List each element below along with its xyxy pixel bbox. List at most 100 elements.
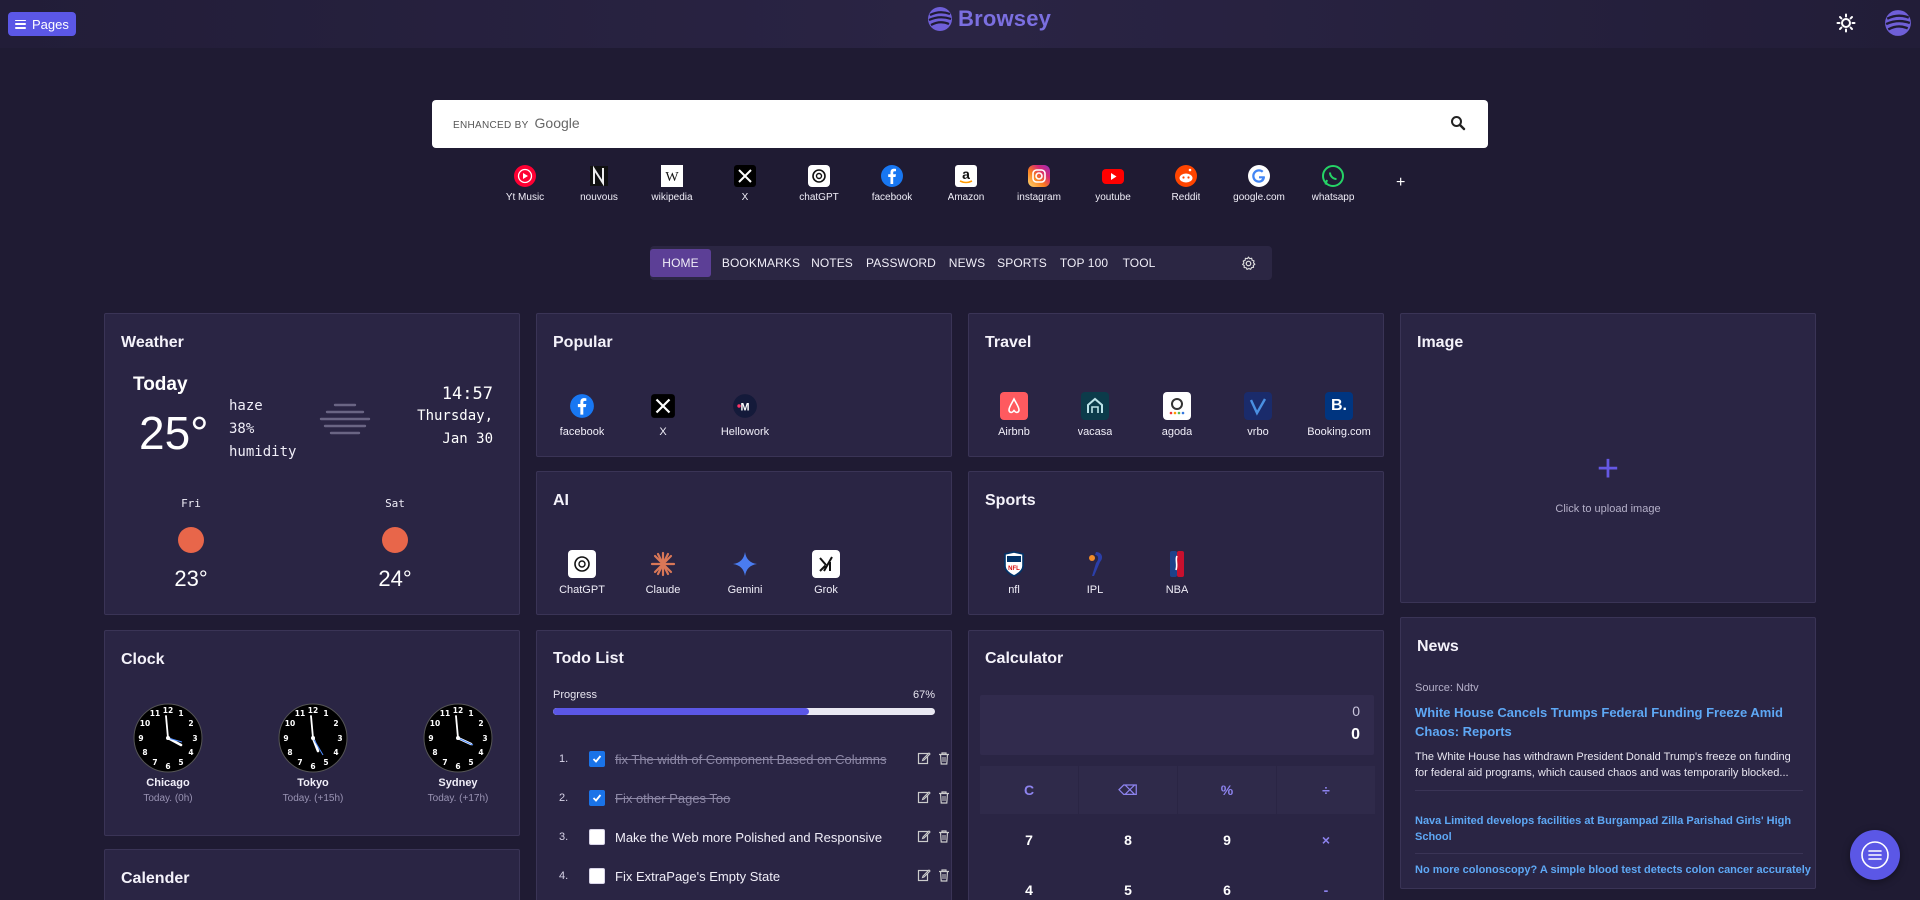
tab-home[interactable]: HOME: [650, 249, 711, 277]
calc-key-backspace[interactable]: ⌫: [1079, 766, 1177, 814]
menu-fab-button[interactable]: [1850, 830, 1900, 880]
shortcut-amazon[interactable]: a Amazon: [930, 164, 1002, 203]
todo-item: 4. Fix ExtraPage's Empty State: [553, 864, 953, 888]
svg-text:6: 6: [455, 762, 460, 771]
ai-card: AI ChatGPT Claude Gemini Grok: [536, 471, 952, 615]
agoda-icon: [1163, 392, 1191, 420]
tab-password[interactable]: PASSWORD: [863, 249, 939, 277]
weather-temp: 25°: [139, 407, 209, 459]
calculator-keypad: C ⌫ % ÷ 7 8 9 × 4 5 6 -: [980, 766, 1375, 900]
edit-icon[interactable]: [917, 829, 931, 843]
travel-item-vacasa[interactable]: vacasa: [1060, 392, 1130, 438]
add-shortcut-button[interactable]: +: [1396, 174, 1405, 192]
calc-key-6[interactable]: 6: [1178, 866, 1276, 900]
popular-item-x[interactable]: X: [628, 392, 698, 438]
ai-item-chatgpt[interactable]: ChatGPT: [547, 550, 617, 596]
delete-icon[interactable]: [937, 790, 951, 804]
brand-logo[interactable]: Browsey: [927, 6, 1051, 32]
sports-item-nfl[interactable]: NFL nfl: [979, 550, 1049, 596]
news-link[interactable]: Nava Limited develops facilities at Burg…: [1415, 813, 1795, 845]
ai-title: AI: [553, 492, 569, 509]
tab-bookmarks[interactable]: BOOKMARKS: [720, 249, 802, 277]
search-icon[interactable]: [1450, 115, 1466, 131]
edit-icon[interactable]: [917, 751, 931, 765]
tab-news[interactable]: NEWS: [946, 249, 988, 277]
travel-item-agoda[interactable]: agoda: [1142, 392, 1212, 438]
popular-item-facebook[interactable]: facebook: [547, 392, 617, 438]
shortcut-google[interactable]: google.com: [1223, 164, 1295, 203]
tab-tool[interactable]: TOOL: [1120, 249, 1158, 277]
clock-city: Sydney: [438, 777, 478, 789]
shortcut-youtube[interactable]: youtube: [1077, 164, 1149, 203]
shortcut-facebook[interactable]: facebook: [856, 164, 928, 203]
todo-checkbox[interactable]: [589, 790, 605, 806]
shortcut-whatsapp[interactable]: whatsapp: [1297, 164, 1369, 203]
edit-icon[interactable]: [917, 790, 931, 804]
tab-notes[interactable]: NOTES: [809, 249, 855, 277]
svg-text:1: 1: [468, 709, 473, 718]
delete-icon[interactable]: [937, 868, 951, 882]
pages-button[interactable]: Pages: [8, 12, 76, 36]
sports-item-nba[interactable]: NBA: [1142, 550, 1212, 596]
weather-time: 14:57: [441, 384, 493, 404]
todo-checkbox[interactable]: [589, 868, 605, 884]
calc-key-4[interactable]: 4: [980, 866, 1078, 900]
travel-item-airbnb[interactable]: Airbnb: [979, 392, 1049, 438]
shortcut-x[interactable]: X: [709, 164, 781, 203]
delete-icon[interactable]: [937, 751, 951, 765]
calc-key-divide[interactable]: ÷: [1277, 766, 1375, 814]
image-card[interactable]: Image + Click to upload image: [1400, 313, 1816, 603]
delete-icon[interactable]: [937, 829, 951, 843]
search-google-label: Google: [534, 115, 580, 131]
settings-gear-icon[interactable]: [1236, 249, 1260, 277]
news-headline-link[interactable]: White House Cancels Trumps Federal Fundi…: [1415, 703, 1795, 741]
edit-icon[interactable]: [917, 868, 931, 882]
ai-item-grok[interactable]: Grok: [791, 550, 861, 596]
svg-text:3: 3: [482, 734, 487, 743]
svg-text:4: 4: [188, 748, 193, 757]
calculator-title: Calculator: [985, 650, 1064, 667]
shortcut-label: Yt Music: [505, 192, 545, 203]
calc-key-9[interactable]: 9: [1178, 816, 1276, 864]
tab-top-100[interactable]: TOP 100: [1056, 249, 1112, 277]
shortcut-bar: Yt Music nouvous W wikipedia X chatGPT f…: [0, 164, 1920, 204]
sports-item-label: IPL: [1086, 584, 1104, 596]
profile-logo-icon[interactable]: [1884, 9, 1912, 37]
calc-key-7[interactable]: 7: [980, 816, 1078, 864]
popular-item-label: X: [659, 426, 667, 438]
todo-progress-bar: [553, 708, 935, 715]
nouvous-icon: [586, 164, 612, 188]
sports-title: Sports: [985, 492, 1036, 509]
popular-item-hellowork[interactable]: M Hellowork: [710, 392, 780, 438]
theme-toggle-sun-icon[interactable]: [1836, 13, 1856, 33]
shortcut-nouvous[interactable]: nouvous: [563, 164, 635, 203]
shortcut-chatgpt[interactable]: chatGPT: [783, 164, 855, 203]
calc-key-multiply[interactable]: ×: [1277, 816, 1375, 864]
sports-item-ipl[interactable]: IPL: [1060, 550, 1130, 596]
ai-item-claude[interactable]: Claude: [628, 550, 698, 596]
search-provider: ENHANCED BY Google: [453, 115, 580, 131]
calc-key-5[interactable]: 5: [1079, 866, 1177, 900]
todo-number: 3.: [559, 831, 569, 843]
shortcut-reddit[interactable]: Reddit: [1150, 164, 1222, 203]
clock-city: Chicago: [146, 777, 190, 789]
svg-text:7: 7: [152, 758, 157, 767]
calc-key-8[interactable]: 8: [1079, 816, 1177, 864]
nfl-icon: NFL: [1000, 550, 1028, 578]
travel-item-booking[interactable]: B. Booking.com: [1304, 392, 1374, 438]
shortcut-yt-music[interactable]: Yt Music: [489, 164, 561, 203]
todo-checkbox[interactable]: [589, 829, 605, 845]
shortcut-wikipedia[interactable]: W wikipedia: [636, 164, 708, 203]
calc-key-percent[interactable]: %: [1178, 766, 1276, 814]
travel-item-vrbo[interactable]: vrbo: [1223, 392, 1293, 438]
image-title: Image: [1417, 334, 1464, 351]
search-input[interactable]: [582, 110, 1422, 138]
calc-key-clear[interactable]: C: [980, 766, 1078, 814]
todo-checkbox[interactable]: [589, 751, 605, 767]
shortcut-instagram[interactable]: instagram: [1003, 164, 1075, 203]
tab-sports[interactable]: SPORTS: [996, 249, 1048, 277]
calc-key-subtract[interactable]: -: [1277, 866, 1375, 900]
news-link[interactable]: No more colonoscopy? A simple blood test…: [1415, 862, 1811, 878]
upload-plus-icon[interactable]: +: [1401, 450, 1815, 488]
ai-item-gemini[interactable]: Gemini: [710, 550, 780, 596]
